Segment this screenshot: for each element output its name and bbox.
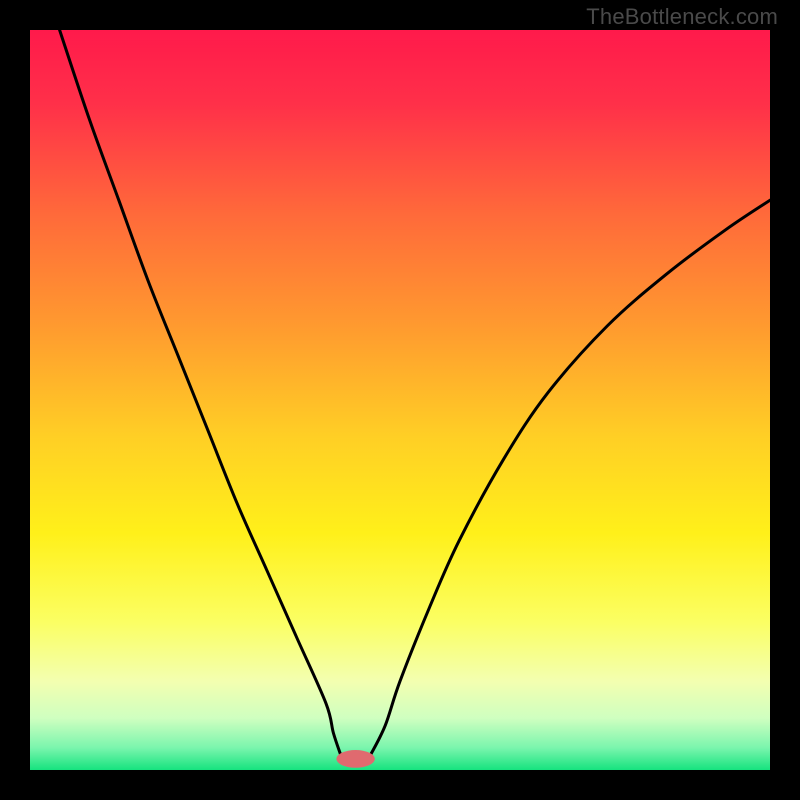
plot-area — [30, 30, 770, 770]
minimum-marker — [336, 750, 374, 768]
gradient-background — [30, 30, 770, 770]
bottleneck-chart — [30, 30, 770, 770]
chart-frame: TheBottleneck.com — [0, 0, 800, 800]
watermark-text: TheBottleneck.com — [586, 4, 778, 30]
